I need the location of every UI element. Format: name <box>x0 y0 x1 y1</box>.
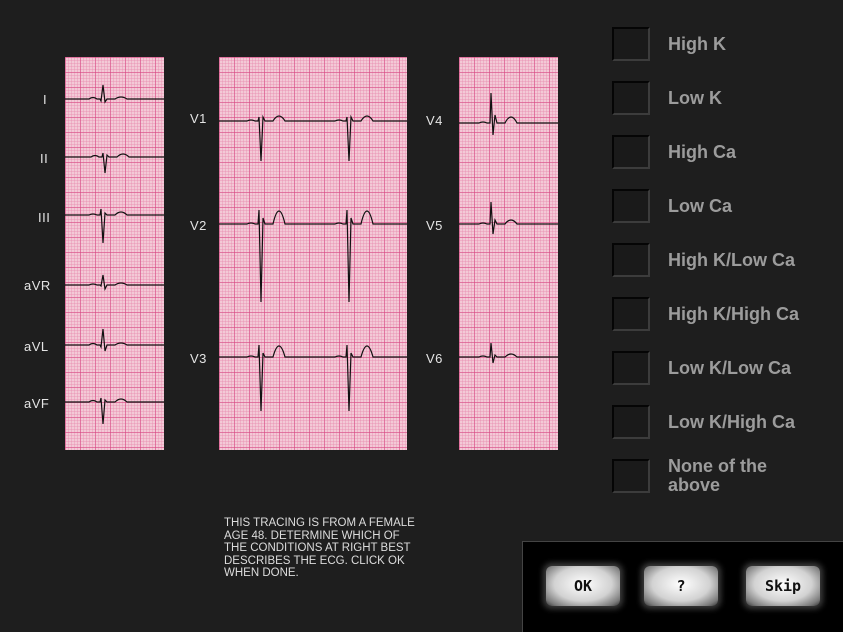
ecg-trace-v2 <box>219 209 407 303</box>
ok-button[interactable]: OK <box>546 566 620 606</box>
button-panel: OK ? Skip <box>522 541 843 632</box>
checkbox-low-k[interactable] <box>612 81 650 115</box>
help-button[interactable]: ? <box>644 566 718 606</box>
ecg-trace-v4 <box>459 92 558 136</box>
option-label: Low K/Low Ca <box>668 357 791 378</box>
ecg-strip-limb-leads <box>65 57 164 450</box>
ecg-strip-v4-v6 <box>459 57 558 450</box>
option-low-k-high-ca[interactable]: Low K/High Ca <box>612 404 842 440</box>
ecg-trace-v1 <box>219 114 407 162</box>
instructions-text: THIS TRACING IS FROM A FEMALE AGE 48. DE… <box>224 517 415 579</box>
lead-label-i: I <box>43 92 48 107</box>
option-label: High K/High Ca <box>668 303 799 324</box>
ecg-trace-v3 <box>219 344 407 412</box>
option-label: High K/Low Ca <box>668 249 795 270</box>
ecg-trace-avf <box>65 397 164 425</box>
ecg-trace-i <box>65 84 164 104</box>
ecg-trace-ii <box>65 152 164 174</box>
lead-label-v5: V5 <box>426 218 443 233</box>
option-high-ca[interactable]: High Ca <box>612 134 842 170</box>
ecg-strip-v1-v3 <box>219 57 407 450</box>
ecg-trace-v4-v6 <box>459 92 558 364</box>
option-label: Low Ca <box>668 195 733 216</box>
lead-label-v2: V2 <box>190 218 207 233</box>
option-low-ca[interactable]: Low Ca <box>612 188 842 224</box>
lead-label-v3: V3 <box>190 351 207 366</box>
lead-label-ii: II <box>40 151 49 166</box>
option-high-k-high-ca[interactable]: High K/High Ca <box>612 296 842 332</box>
ecg-trace-v5 <box>459 201 558 235</box>
checkbox-low-ca[interactable] <box>612 189 650 223</box>
lead-label-v6: V6 <box>426 351 443 366</box>
checkbox-high-k-low-ca[interactable] <box>612 243 650 277</box>
ecg-trace-avr <box>65 274 164 291</box>
option-high-k[interactable]: High K <box>612 26 842 62</box>
option-label: None of the above <box>668 456 767 495</box>
ecg-trace-v6 <box>459 342 558 364</box>
option-label: Low K/High Ca <box>668 411 795 432</box>
option-label: High K <box>668 33 726 54</box>
ecg-trace-limb <box>65 84 164 425</box>
option-label: Low K <box>668 87 722 108</box>
lead-label-v4: V4 <box>426 113 443 128</box>
checkbox-high-ca[interactable] <box>612 135 650 169</box>
ecg-trace-v1-v3 <box>219 114 407 412</box>
option-high-k-low-ca[interactable]: High K/Low Ca <box>612 242 842 278</box>
lead-label-avl: aVL <box>24 339 49 354</box>
option-low-k[interactable]: Low K <box>612 80 842 116</box>
ecg-trace-iii <box>65 208 164 244</box>
lead-label-iii: III <box>38 210 51 225</box>
lead-label-v1: V1 <box>190 111 207 126</box>
lead-label-avr: aVR <box>24 278 51 293</box>
option-low-k-low-ca[interactable]: Low K/Low Ca <box>612 350 842 386</box>
ecg-trace-avl <box>65 328 164 352</box>
checkbox-high-k[interactable] <box>612 27 650 61</box>
lead-label-avf: aVF <box>24 396 50 411</box>
checkbox-low-k-high-ca[interactable] <box>612 405 650 439</box>
checkbox-high-k-high-ca[interactable] <box>612 297 650 331</box>
option-none[interactable]: None of the above <box>612 456 842 495</box>
checkbox-low-k-low-ca[interactable] <box>612 351 650 385</box>
checkbox-none[interactable] <box>612 459 650 493</box>
skip-button[interactable]: Skip <box>746 566 820 606</box>
option-label: High Ca <box>668 141 737 162</box>
